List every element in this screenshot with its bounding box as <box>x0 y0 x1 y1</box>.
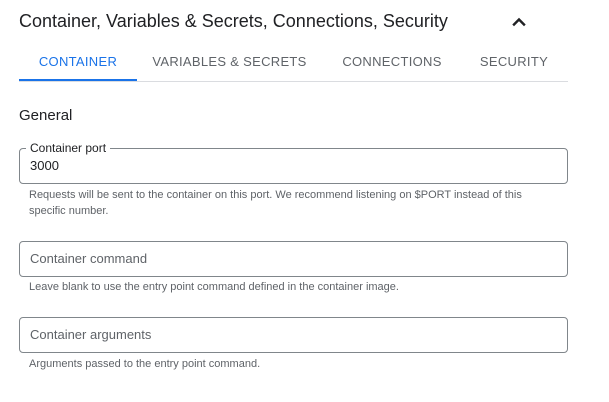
chevron-up-icon <box>512 17 526 27</box>
general-heading: General <box>19 107 73 124</box>
tab-connections-label: CONNECTIONS <box>342 54 442 69</box>
collapse-button[interactable] <box>507 10 531 34</box>
container-arguments-field[interactable]: Container arguments <box>19 317 568 353</box>
container-port-label: Container port <box>26 141 111 155</box>
tab-security-label: SECURITY <box>479 54 549 69</box>
container-command-field[interactable]: Container command <box>19 241 568 277</box>
container-port-field[interactable]: Container port 3000 <box>19 141 568 184</box>
container-port-value: 3000 <box>30 158 59 173</box>
container-command-placeholder: Container command <box>30 251 148 266</box>
tab-container-label: CONTAINER <box>38 54 118 69</box>
section-title: Container, Variables & Secrets, Connecti… <box>19 11 448 31</box>
tab-connections[interactable]: CONNECTIONS <box>337 44 447 80</box>
container-command-hint: Leave blank to use the entry point comma… <box>29 281 399 293</box>
tab-container[interactable]: CONTAINER <box>19 44 137 81</box>
tab-security[interactable]: SECURITY <box>474 44 554 80</box>
tab-bar: CONTAINER VARIABLES & SECRETS CONNECTION… <box>19 44 568 82</box>
container-arguments-placeholder: Container arguments <box>30 327 152 342</box>
tab-variables-secrets-label: VARIABLES & SECRETS <box>152 54 307 69</box>
container-port-hint: Requests will be sent to the container o… <box>29 189 522 217</box>
section-header: Container, Variables & Secrets, Connecti… <box>19 0 568 42</box>
tab-variables-secrets[interactable]: VARIABLES & SECRETS <box>152 44 307 80</box>
container-arguments-hint: Arguments passed to the entry point comm… <box>29 358 261 370</box>
active-tab-indicator <box>19 79 137 81</box>
